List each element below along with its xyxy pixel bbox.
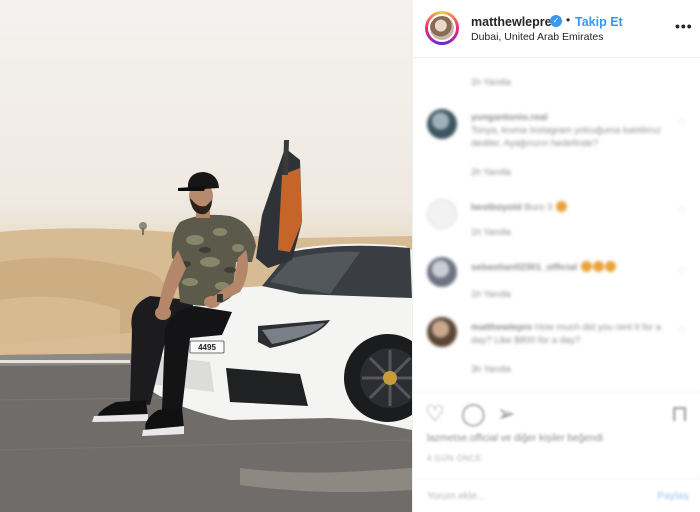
post-timestamp: 4 GÜN ÖNCE [427, 454, 482, 463]
photo-scene: 4495 [0, 140, 412, 512]
heart-icon[interactable]: ♡ [425, 401, 445, 427]
post-location[interactable]: Dubai, United Arab Emirates [471, 31, 603, 43]
comment-like-icon[interactable]: ♡ [677, 117, 687, 130]
comment-meta[interactable]: 1h Yanıtla [471, 77, 511, 87]
emoji-icon [580, 261, 592, 272]
comment-author[interactable]: sebastian02301_official [471, 262, 577, 273]
comment-like-icon[interactable]: ♡ [677, 205, 687, 218]
comment-avatar[interactable] [427, 199, 457, 229]
comment-like-icon[interactable]: ♡ [677, 325, 687, 338]
post-image: 4495 [0, 0, 412, 512]
follow-button[interactable]: Takip Et [575, 15, 623, 29]
author-avatar[interactable] [425, 11, 459, 45]
comment-item: matthewlepre How much did you rent it fo… [471, 321, 677, 347]
post-actions: ♡ ◯ ➢ ⊓ [413, 392, 700, 436]
emoji-icon [555, 201, 567, 212]
comment-item: yungantonio.real Tonya, kıvma Instagram … [471, 111, 677, 150]
more-options-icon[interactable]: ••• [675, 18, 693, 34]
comment-avatar[interactable] [427, 317, 457, 347]
comment-item: bestboyold Buro 3 [471, 201, 677, 214]
post-comment-button[interactable]: Paylaş [657, 491, 689, 502]
share-icon[interactable]: ➢ [497, 401, 515, 427]
emoji-icon [592, 261, 604, 272]
comment-author[interactable]: yungantonio.real [471, 112, 548, 123]
likes-summary[interactable]: lazmetse.official ve diğer kişiler beğen… [427, 433, 603, 444]
license-plate-text: 4495 [198, 343, 216, 352]
comment-meta[interactable]: 1h Yanıtla [471, 227, 511, 237]
separator-dot: • [566, 13, 571, 27]
post-sidebar: matthewlepre ✓ • Takip Et Dubai, United … [412, 0, 700, 512]
comment-meta[interactable]: 1h Yanıtla [471, 289, 511, 299]
comment-text: Buro 3 [524, 202, 553, 213]
bookmark-icon[interactable]: ⊓ [671, 401, 688, 427]
comment-meta[interactable]: 3h Yanıtla [471, 364, 511, 374]
comment-icon[interactable]: ◯ [461, 401, 486, 427]
comment-input-area: Yorum ekle... Paylaş [413, 478, 700, 512]
post-header: matthewlepre ✓ • Takip Et Dubai, United … [413, 0, 700, 58]
emoji-icon [604, 261, 616, 272]
comment-avatar[interactable] [427, 257, 457, 287]
verified-badge-icon: ✓ [550, 15, 562, 27]
comment-meta[interactable]: 2h Yanıtla [471, 167, 511, 177]
comment-text: Tonya, kıvma Instagram yolcuğuma katıldı… [471, 125, 662, 149]
comment-item: sebastian02301_official [471, 261, 677, 274]
comment-avatar[interactable] [427, 109, 457, 139]
author-username[interactable]: matthewlepre [471, 15, 552, 29]
comment-input[interactable]: Yorum ekle... [427, 491, 485, 502]
avatar-image [428, 14, 456, 42]
comment-author[interactable]: bestboyold [471, 202, 522, 213]
comment-author[interactable]: matthewlepre [471, 322, 532, 333]
comments-list: 1h Yanıtla yungantonio.real Tonya, kıvma… [413, 59, 700, 389]
comment-like-icon[interactable]: ♡ [677, 265, 687, 278]
